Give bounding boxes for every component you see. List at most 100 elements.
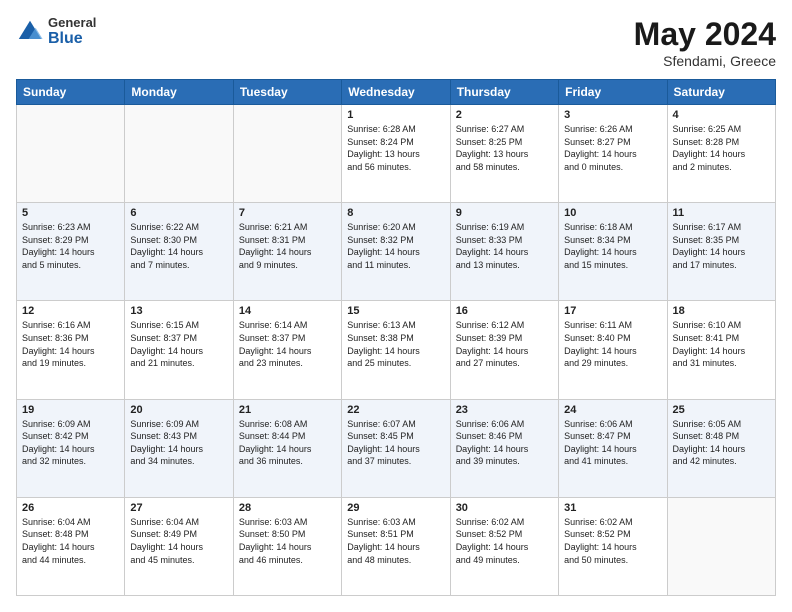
day-number: 16 [456,305,553,317]
day-info: Sunrise: 6:11 AM Sunset: 8:40 PM Dayligh… [564,319,661,369]
table-row: 23Sunrise: 6:06 AM Sunset: 8:46 PM Dayli… [450,399,558,497]
day-info: Sunrise: 6:07 AM Sunset: 8:45 PM Dayligh… [347,418,444,468]
day-number: 25 [673,404,770,416]
table-row: 25 Sunrise: 6:05 AM Sunset: 8:48 PM Dayli… [667,399,775,497]
table-row: 4 Sunrise: 6:25 AM Sunset: 8:28 PM Daylig… [667,105,775,203]
day-info: Sunrise: 6:16 AM Sunset: 8:36 PM Dayligh… [22,319,119,369]
day-info: Sunrise: 6:21 AM Sunset: 8:31 PM Dayligh… [239,221,336,271]
day-info: Sunrise: 6:09 AM Sunset: 8:43 PM Dayligh… [130,418,227,468]
day-number: 26 [22,502,119,514]
table-row: 9 Sunrise: 6:19 AM Sunset: 8:33 PM Daylig… [450,203,558,301]
table-row [17,105,125,203]
day-info: Sunrise: 6:03 AM Sunset: 8:50 PM Dayligh… [239,516,336,566]
title-area: May 2024 Sfendami, Greece [634,16,776,69]
day-info: Sunrise: 6:19 AM Sunset: 8:33 PM Dayligh… [456,221,553,271]
day-number: 21 [239,404,336,416]
table-row: 16 Sunrise: 6:12 AM Sunset: 8:39 PM Dayli… [450,301,558,399]
table-row: 31 Sunrise: 6:02 AM Sunset: 8:52 PM Dayli… [559,497,667,595]
day-number: 7 [239,207,336,219]
day-info: Sunrise: 6:04 AM Sunset: 8:48 PM Dayligh… [22,516,119,566]
page: General Blue May 2024 Sfendami, Greece S… [0,0,792,612]
day-number: 28 [239,502,336,514]
day-number: 4 [673,109,770,121]
table-row: 22 Sunrise: 6:07 AM Sunset: 8:45 PM Dayli… [342,399,450,497]
table-row: 7 Sunrise: 6:21 AM Sunset: 8:31 PM Daylig… [233,203,341,301]
table-row: 24 Sunrise: 6:06 AM Sunset: 8:47 PM Dayli… [559,399,667,497]
day-info: Sunrise: 6:14 AM Sunset: 8:37 PM Dayligh… [239,319,336,369]
table-row: 20Sunrise: 6:09 AM Sunset: 8:43 PM Dayli… [125,399,233,497]
col-saturday: Saturday [667,80,775,105]
day-info: Sunrise: 6:12 AM Sunset: 8:39 PM Dayligh… [456,319,553,369]
day-number: 5 [22,207,119,219]
day-info: Sunrise: 6:04 AM Sunset: 8:49 PM Dayligh… [130,516,227,566]
day-number: 31 [564,502,661,514]
col-tuesday: Tuesday [233,80,341,105]
logo: General Blue [16,16,96,48]
col-friday: Friday [559,80,667,105]
table-row: 29Sunrise: 6:03 AM Sunset: 8:51 PM Dayli… [342,497,450,595]
table-row: 8Sunrise: 6:20 AM Sunset: 8:32 PM Daylig… [342,203,450,301]
day-number: 2 [456,109,553,121]
day-info: Sunrise: 6:06 AM Sunset: 8:46 PM Dayligh… [456,418,553,468]
day-info: Sunrise: 6:05 AM Sunset: 8:48 PM Dayligh… [673,418,770,468]
day-number: 8 [347,207,444,219]
col-wednesday: Wednesday [342,80,450,105]
table-row: 21 Sunrise: 6:08 AM Sunset: 8:44 PM Dayli… [233,399,341,497]
day-number: 6 [130,207,227,219]
table-row [125,105,233,203]
calendar-week-row: 26 Sunrise: 6:04 AM Sunset: 8:48 PM Dayli… [17,497,776,595]
table-row: 3Sunrise: 6:26 AM Sunset: 8:27 PM Daylig… [559,105,667,203]
day-info: Sunrise: 6:18 AM Sunset: 8:34 PM Dayligh… [564,221,661,271]
calendar-week-row: 5 Sunrise: 6:23 AM Sunset: 8:29 PM Daylig… [17,203,776,301]
day-info: Sunrise: 6:13 AM Sunset: 8:38 PM Dayligh… [347,319,444,369]
table-row [233,105,341,203]
day-info: Sunrise: 6:23 AM Sunset: 8:29 PM Dayligh… [22,221,119,271]
table-row: 18 Sunrise: 6:10 AM Sunset: 8:41 PM Dayli… [667,301,775,399]
logo-general-label: General [48,16,96,30]
day-info: Sunrise: 6:02 AM Sunset: 8:52 PM Dayligh… [564,516,661,566]
day-number: 13 [130,305,227,317]
table-row: 11 Sunrise: 6:17 AM Sunset: 8:35 PM Dayli… [667,203,775,301]
day-info: Sunrise: 6:28 AM Sunset: 8:24 PM Dayligh… [347,123,444,173]
day-number: 30 [456,502,553,514]
month-title: May 2024 [634,16,776,53]
day-info: Sunrise: 6:09 AM Sunset: 8:42 PM Dayligh… [22,418,119,468]
day-number: 1 [347,109,444,121]
day-number: 27 [130,502,227,514]
calendar-week-row: 1 Sunrise: 6:28 AM Sunset: 8:24 PM Daylig… [17,105,776,203]
day-info: Sunrise: 6:02 AM Sunset: 8:52 PM Dayligh… [456,516,553,566]
calendar-week-row: 12 Sunrise: 6:16 AM Sunset: 8:36 PM Dayli… [17,301,776,399]
day-info: Sunrise: 6:08 AM Sunset: 8:44 PM Dayligh… [239,418,336,468]
day-number: 14 [239,305,336,317]
logo-text: General Blue [48,16,96,48]
table-row: 13Sunrise: 6:15 AM Sunset: 8:37 PM Dayli… [125,301,233,399]
table-row: 28 Sunrise: 6:03 AM Sunset: 8:50 PM Dayli… [233,497,341,595]
location: Sfendami, Greece [634,53,776,69]
day-number: 10 [564,207,661,219]
table-row: 14 Sunrise: 6:14 AM Sunset: 8:37 PM Dayli… [233,301,341,399]
table-row [667,497,775,595]
day-number: 9 [456,207,553,219]
day-number: 12 [22,305,119,317]
calendar-week-row: 19 Sunrise: 6:09 AM Sunset: 8:42 PM Dayli… [17,399,776,497]
day-info: Sunrise: 6:25 AM Sunset: 8:28 PM Dayligh… [673,123,770,173]
day-number: 19 [22,404,119,416]
day-number: 18 [673,305,770,317]
col-sunday: Sunday [17,80,125,105]
day-info: Sunrise: 6:17 AM Sunset: 8:35 PM Dayligh… [673,221,770,271]
day-number: 11 [673,207,770,219]
calendar-header-row: Sunday Monday Tuesday Wednesday Thursday… [17,80,776,105]
day-number: 24 [564,404,661,416]
day-info: Sunrise: 6:26 AM Sunset: 8:27 PM Dayligh… [564,123,661,173]
col-thursday: Thursday [450,80,558,105]
table-row: 19 Sunrise: 6:09 AM Sunset: 8:42 PM Dayli… [17,399,125,497]
day-number: 22 [347,404,444,416]
table-row: 15Sunrise: 6:13 AM Sunset: 8:38 PM Dayli… [342,301,450,399]
table-row: 12 Sunrise: 6:16 AM Sunset: 8:36 PM Dayli… [17,301,125,399]
calendar-table: Sunday Monday Tuesday Wednesday Thursday… [16,79,776,596]
day-info: Sunrise: 6:06 AM Sunset: 8:47 PM Dayligh… [564,418,661,468]
day-info: Sunrise: 6:10 AM Sunset: 8:41 PM Dayligh… [673,319,770,369]
day-number: 17 [564,305,661,317]
header: General Blue May 2024 Sfendami, Greece [16,16,776,69]
logo-blue-label: Blue [48,30,96,48]
